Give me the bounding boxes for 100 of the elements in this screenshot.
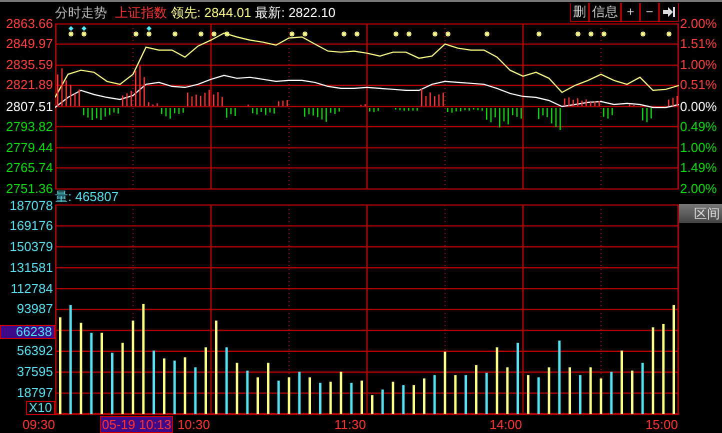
volume-bar (121, 342, 124, 414)
volume-bar (184, 357, 186, 414)
toolbar-button[interactable]: 删 (570, 3, 589, 22)
volume-axis-label: 150379 (10, 240, 53, 253)
volume-axis-label: 37595 (16, 366, 53, 378)
skip-end-button[interactable] (659, 3, 679, 22)
volume-bar (412, 385, 415, 414)
star-mark-icon (536, 30, 542, 38)
range-button[interactable]: 区间 (679, 204, 722, 223)
star-mark-icon (132, 30, 140, 38)
price-axis-label: 2751.36 (6, 183, 53, 195)
volume-bar (402, 385, 405, 414)
info-button[interactable]: 信息 (589, 3, 621, 22)
scale-label: X10 (26, 401, 55, 415)
volume-axis-label: 112784 (10, 282, 53, 295)
volume-bar (319, 382, 322, 414)
time-label: 14:00 (489, 417, 522, 432)
volume-bar (423, 378, 426, 414)
star-mark-icon (146, 30, 152, 38)
leading-value: 领先: 2844.01 (171, 4, 252, 22)
volume-bar (308, 377, 311, 414)
volume-bar (433, 375, 436, 414)
diamond-mark-icon (68, 26, 74, 31)
volume-bar (485, 372, 488, 414)
volume-bar (173, 360, 176, 414)
volume-bar (152, 350, 155, 414)
percent-axis-label: 2.00% (680, 183, 717, 195)
volume-bar (548, 367, 550, 414)
volume-bar (236, 362, 238, 414)
star-mark-icon (484, 30, 490, 38)
star-mark-icon (68, 30, 74, 38)
toolbar-button[interactable]: + (621, 3, 640, 22)
volume-axis-label: 169176 (10, 220, 53, 232)
time-label: 15:00 (645, 417, 678, 432)
price-axis-label: 2821.89 (6, 79, 53, 92)
volume-bar (194, 367, 197, 414)
volume-bar (589, 367, 592, 414)
volume-bar (360, 380, 363, 414)
star-mark-icon (392, 30, 400, 38)
volume-bar (246, 370, 249, 414)
star-mark-icon (406, 30, 412, 38)
percent-axis-label: 1.00% (680, 142, 717, 154)
star-mark-icon (340, 30, 348, 38)
time-label: 09:30 (22, 417, 55, 432)
volume-bar (277, 380, 280, 414)
star-mark-icon (302, 30, 308, 38)
volume-bar (392, 382, 394, 414)
price-axis-label: 2863.66 (6, 18, 53, 30)
price-axis-label: 2807.51 (6, 100, 53, 112)
star-mark-icon (600, 30, 608, 38)
diamond-mark-icon (82, 26, 86, 31)
volume-bar (568, 367, 571, 414)
view-title: 分时走势 (55, 4, 107, 22)
volume-bar (204, 347, 207, 414)
volume-bar (267, 362, 270, 414)
volume-bar (298, 372, 301, 414)
price-axis-label: 2779.44 (6, 142, 53, 154)
volume-axis-label: 187078 (10, 200, 53, 212)
volume-bar (610, 372, 613, 414)
star-mark-icon (172, 30, 178, 38)
star-mark-icon (80, 30, 88, 38)
star-mark-icon (444, 30, 452, 38)
volume-bar (350, 382, 353, 414)
skip-end-icon (662, 6, 676, 18)
volume-bar (256, 377, 259, 414)
percent-axis-label: 1.00% (680, 59, 717, 72)
star-mark-icon (198, 30, 204, 38)
volume-bar (641, 362, 644, 414)
cursor-time-label: 05-19 10:13 (100, 416, 174, 433)
volume-bar (340, 372, 342, 414)
price-axis-label: 2849.97 (6, 38, 53, 50)
star-mark-icon (210, 30, 218, 38)
time-label: 10:30 (177, 417, 210, 432)
volume-bar (516, 342, 519, 414)
price-axis-label: 2765.74 (6, 162, 53, 174)
star-mark-icon (432, 30, 438, 38)
star-mark-icon (588, 30, 594, 38)
star-mark-icon (574, 30, 582, 38)
percent-axis-label: 1.51% (680, 38, 717, 50)
latest-value: 最新: 2822.10 (255, 4, 336, 22)
price-axis-label: 2793.82 (6, 120, 53, 133)
volume-bar (579, 375, 582, 414)
volume-bar (475, 365, 478, 414)
toolbar-button[interactable]: − (640, 3, 659, 22)
percent-axis-label: 0.51% (680, 79, 717, 92)
index-name: 上证指数 (115, 4, 167, 22)
star-mark-icon (224, 30, 230, 38)
time-label: 11:30 (334, 417, 366, 432)
volume-bar (163, 358, 166, 414)
volume-bar (620, 350, 623, 414)
volume-bar (444, 352, 446, 414)
volume-total: 量: 465807 (55, 189, 119, 204)
volume-axis-label: 93987 (16, 303, 53, 316)
volume-bar (111, 352, 114, 414)
volume-bar (527, 375, 530, 414)
volume-bar (454, 375, 457, 414)
percent-axis-label: 0.00% (680, 100, 717, 112)
percent-axis-label: 0.49% (680, 120, 717, 133)
volume-bar (225, 347, 228, 414)
price-axis-label: 2835.59 (6, 59, 53, 72)
